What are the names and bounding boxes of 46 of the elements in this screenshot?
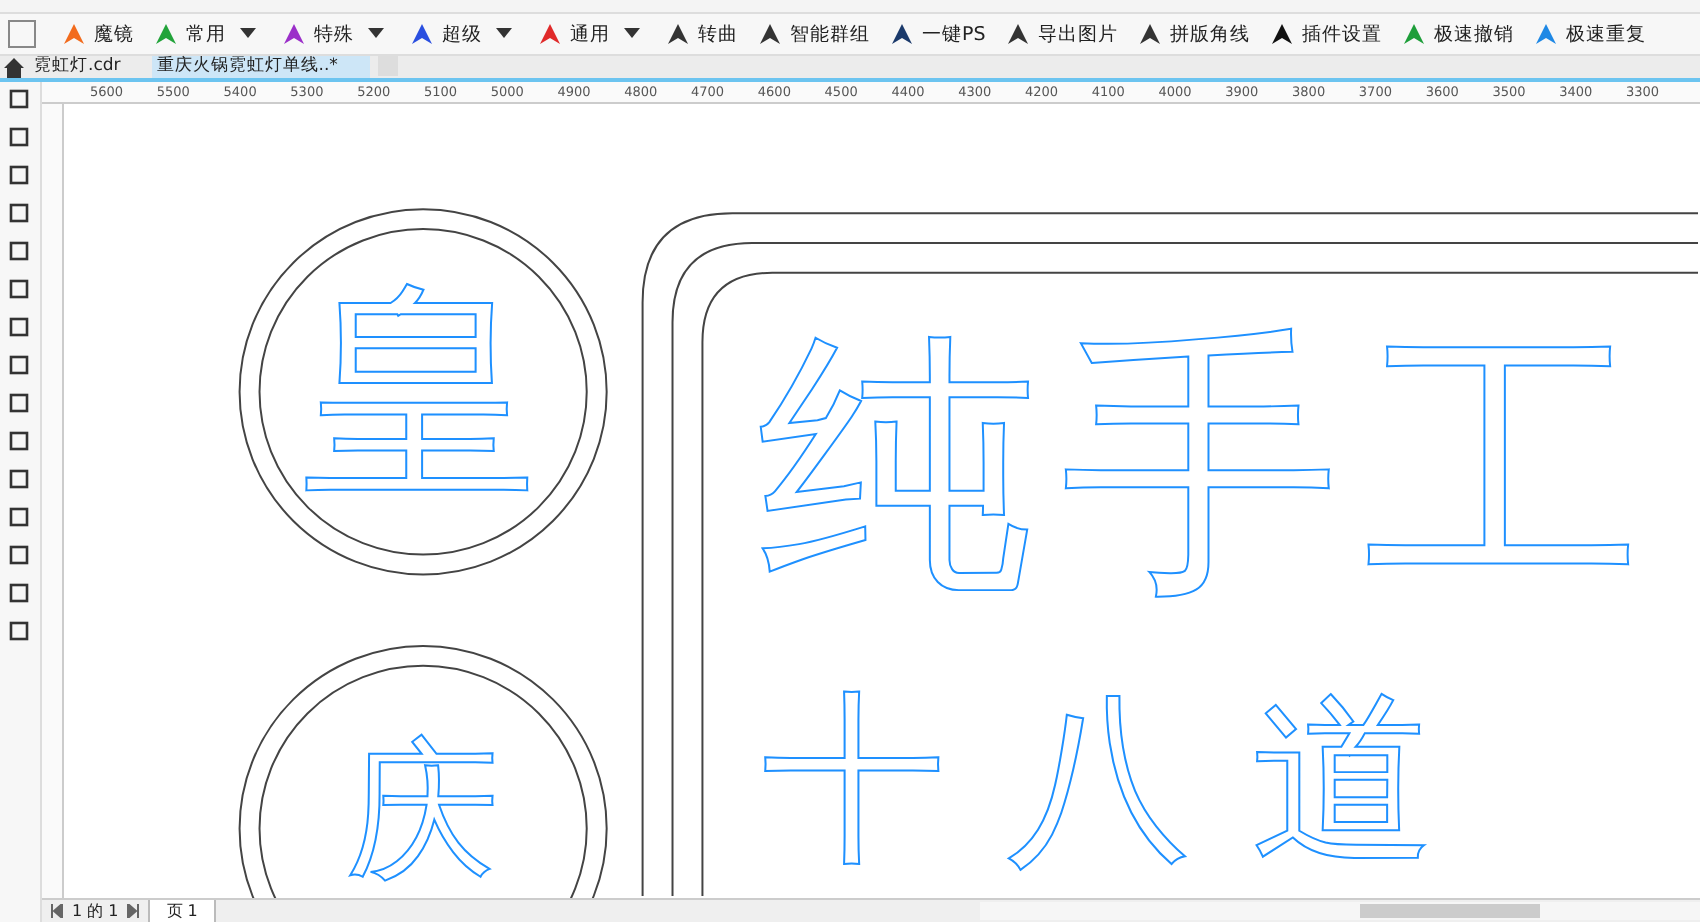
page-count: 1 的 1 (72, 900, 119, 922)
toolbar-button[interactable]: 极速重复 (1527, 21, 1652, 47)
scroll-thumb[interactable] (1360, 904, 1540, 918)
tool-icon[interactable] (8, 582, 32, 606)
tool-icon[interactable] (8, 506, 32, 530)
tool-icon[interactable] (8, 278, 32, 302)
caret-icon[interactable] (240, 28, 256, 40)
toolbar-button[interactable]: 超级 (404, 21, 488, 47)
toolbar-button[interactable]: 智能群组 (752, 21, 876, 47)
caret-icon[interactable] (368, 28, 384, 40)
tool-icon[interactable] (8, 240, 32, 264)
tool-icon[interactable] (8, 430, 32, 454)
page-tab[interactable]: 页 1 (148, 899, 216, 922)
toolbar-button[interactable]: 通用 (532, 21, 616, 47)
horizontal-scrollbar[interactable] (980, 902, 1700, 920)
tool-icon[interactable] (8, 620, 32, 644)
tool-icon[interactable] (8, 544, 32, 568)
document-tab[interactable]: 重庆火锅霓虹灯单线..* (152, 56, 370, 78)
toolbar-button[interactable]: 魔镜 (56, 21, 140, 47)
tool-icon[interactable] (8, 126, 32, 150)
document-tab[interactable]: 霓虹灯.cdr (30, 56, 153, 78)
seal-character: 庆 (346, 722, 500, 898)
toolbar-button[interactable]: 一键PS (884, 21, 992, 47)
toolbar-button[interactable]: 极速撤销 (1395, 21, 1520, 47)
home-icon[interactable] (4, 58, 24, 78)
tool-icon[interactable] (8, 164, 32, 188)
last-page-icon[interactable] (126, 904, 141, 918)
caret-icon[interactable] (624, 28, 640, 40)
tool-icon[interactable] (8, 202, 32, 226)
toolbar-button[interactable]: 导出图片 (999, 21, 1124, 47)
toolbar-button[interactable]: 特殊 (276, 21, 360, 47)
tool-icon[interactable] (8, 392, 32, 416)
outlined-heading: 纯手工 (758, 303, 1667, 627)
toolbar-button[interactable]: 插件设置 (1263, 21, 1388, 47)
toolbar-button[interactable]: 拼版角线 (1131, 21, 1256, 47)
first-page-icon[interactable] (50, 904, 64, 918)
caret-icon[interactable] (496, 28, 512, 40)
tool-icon[interactable] (8, 468, 32, 492)
tool-icon[interactable] (8, 88, 32, 112)
tool-icon[interactable] (8, 354, 32, 378)
pick-tool-icon[interactable] (8, 20, 36, 48)
toolbar-button[interactable]: 转曲 (660, 21, 744, 47)
tool-icon[interactable] (8, 316, 32, 340)
seal-character: 皇 (301, 255, 537, 530)
toolbar-button[interactable]: 常用 (148, 21, 232, 47)
outlined-heading: 十八道 (762, 672, 1496, 887)
